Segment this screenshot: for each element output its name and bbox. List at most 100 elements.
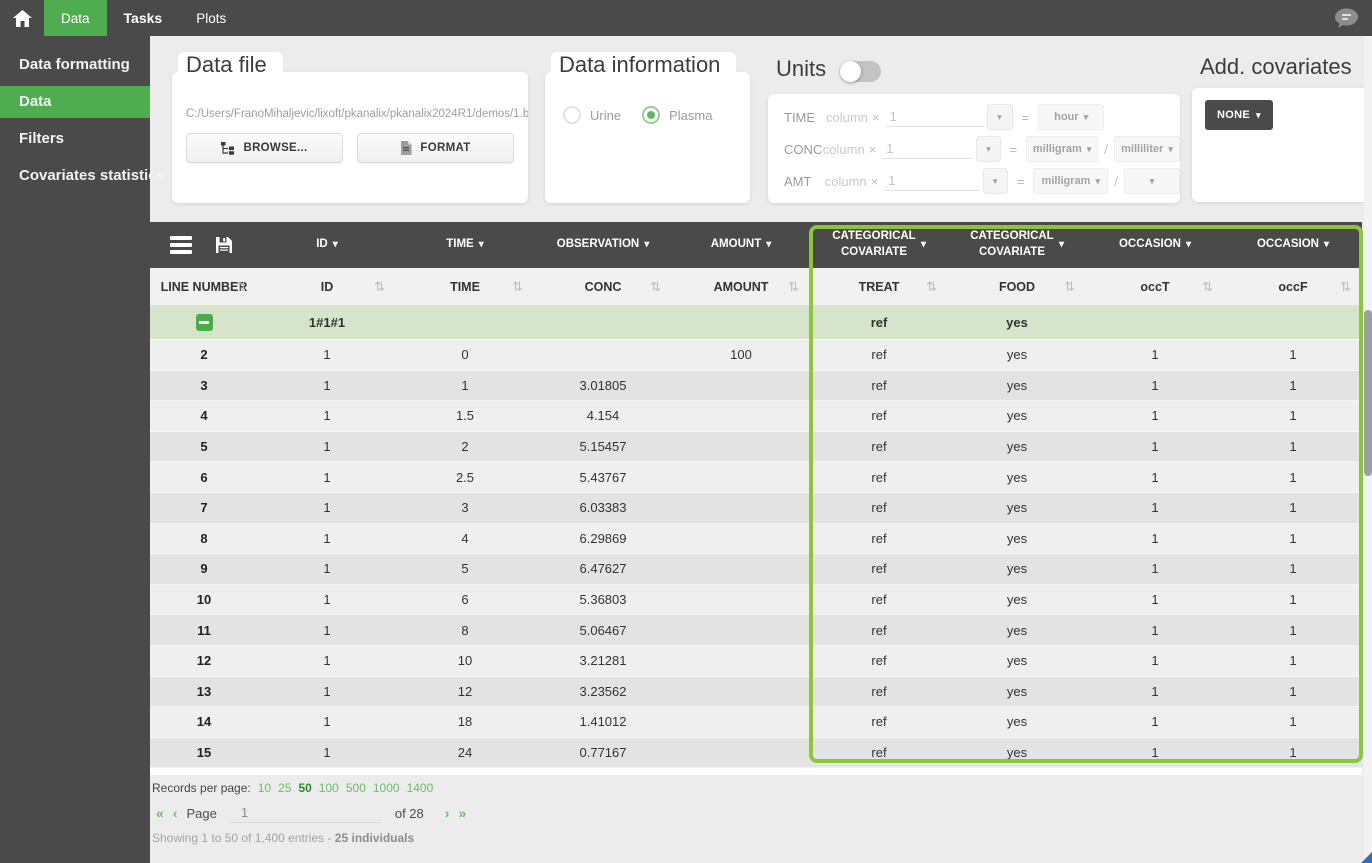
records-option-10[interactable]: 10: [258, 781, 271, 795]
cell-id: 1: [258, 707, 396, 737]
cell-treat: ref: [810, 677, 948, 707]
cell-conc: 3.21281: [534, 646, 672, 676]
table-row[interactable]: 8146.29869refyes11: [150, 524, 1362, 555]
next-page-button[interactable]: ›: [445, 805, 450, 821]
amt-unit-denominator-dropdown[interactable]: ▾: [1124, 168, 1180, 194]
group-header-occasion-2[interactable]: OCCASION▾: [1224, 222, 1362, 268]
column-header-conc[interactable]: CONC⇅: [534, 268, 672, 305]
cell-food: yes: [948, 707, 1086, 737]
table-row[interactable]: 210100refyes11: [150, 340, 1362, 371]
conc-factor-input[interactable]: 1: [882, 139, 973, 159]
table-row[interactable]: 411.54.154refyes11: [150, 401, 1362, 432]
caret-down-icon: ▾: [1256, 111, 1261, 120]
menu-icon[interactable]: [170, 236, 192, 254]
table-row[interactable]: 11185.06467refyes11: [150, 615, 1362, 646]
cell-time: 4: [396, 524, 534, 554]
first-page-button[interactable]: «: [156, 805, 164, 821]
table-row[interactable]: 151240.77167refyes11: [150, 738, 1362, 769]
group-header-amount[interactable]: AMOUNT▾: [672, 222, 810, 268]
conc-unit-numerator-dropdown[interactable]: milligram▾: [1026, 136, 1098, 162]
cell-treat: ref: [810, 585, 948, 615]
table-row[interactable]: 131123.23562refyes11: [150, 677, 1362, 708]
prev-page-button[interactable]: ‹: [173, 805, 178, 821]
group-header-categorical-covariate-1[interactable]: CATEGORICAL COVARIATE▾: [810, 222, 948, 268]
table-row[interactable]: 121103.21281refyes11: [150, 646, 1362, 677]
conc-unit-denominator-dropdown[interactable]: milliliter▾: [1114, 136, 1180, 162]
records-option-500[interactable]: 500: [346, 781, 366, 795]
table-row[interactable]: 3113.01805refyes11: [150, 371, 1362, 402]
group-header-id[interactable]: ID▾: [258, 222, 396, 268]
records-option-1400[interactable]: 1400: [407, 781, 434, 795]
format-button[interactable]: FORMAT: [357, 133, 514, 163]
individual-id-label: 1#1#1: [258, 306, 396, 339]
navbar: Data Tasks Plots: [0, 0, 1372, 36]
table-row[interactable]: 9156.47627refyes11: [150, 554, 1362, 585]
amt-factor-input[interactable]: 1: [884, 171, 979, 191]
sidebar-item-covariates-statistics[interactable]: Covariates statistics: [0, 160, 150, 192]
cell-id: 1: [258, 585, 396, 615]
caret-down-icon: ▾: [1095, 177, 1100, 186]
save-button[interactable]: [216, 237, 232, 253]
window-resize-grip[interactable]: [1361, 852, 1372, 863]
group-header-categorical-covariate-2[interactable]: CATEGORICAL COVARIATE▾: [948, 222, 1086, 268]
sidebar-item-filters[interactable]: Filters: [0, 123, 150, 155]
group-header-time[interactable]: TIME▾: [396, 222, 534, 268]
column-header-amount[interactable]: AMOUNT⇅: [672, 268, 810, 305]
units-row-time: TIME column × 1 ▾ = hour▾: [768, 101, 1180, 133]
time-factor-input[interactable]: 1: [886, 107, 984, 127]
table-row[interactable]: 141181.41012refyes11: [150, 707, 1362, 738]
table-row[interactable]: 5125.15457refyes11: [150, 432, 1362, 463]
plasma-radio[interactable]: [642, 106, 660, 124]
cell-line: 4: [150, 401, 258, 431]
column-header-occt[interactable]: occT⇅: [1086, 268, 1224, 305]
cell-time: 10: [396, 646, 534, 676]
urine-radio[interactable]: [563, 106, 581, 124]
cell-conc: 3.01805: [534, 371, 672, 401]
page-input[interactable]: [231, 803, 381, 823]
records-option-50[interactable]: 50: [298, 781, 311, 795]
units-toggle[interactable]: [840, 61, 881, 82]
cell-food: yes: [948, 401, 1086, 431]
vertical-scrollbar[interactable]: [1364, 36, 1372, 863]
sidebar-item-data-formatting[interactable]: Data formatting: [0, 49, 150, 81]
time-column-word: column: [826, 110, 868, 125]
cell-treat: ref: [810, 615, 948, 645]
tab-tasks[interactable]: Tasks: [107, 0, 180, 36]
column-header-time[interactable]: TIME⇅: [396, 268, 534, 305]
records-option-25[interactable]: 25: [278, 781, 291, 795]
records-option-100[interactable]: 100: [319, 781, 339, 795]
tab-plots[interactable]: Plots: [179, 0, 243, 36]
none-dropdown-button[interactable]: NONE ▾: [1205, 100, 1273, 130]
cell-line: 12: [150, 646, 258, 676]
table-row[interactable]: 7136.03383refyes11: [150, 493, 1362, 524]
time-factor-dropdown[interactable]: ▾: [987, 104, 1013, 130]
column-header-line-number[interactable]: LINE NUMBER⇅: [150, 268, 258, 305]
last-page-button[interactable]: »: [458, 805, 466, 821]
column-header-occf[interactable]: occF⇅: [1224, 268, 1362, 305]
records-option-1000[interactable]: 1000: [373, 781, 400, 795]
cell-occT: 1: [1086, 707, 1224, 737]
group-header-label: ID: [316, 237, 328, 253]
group-header-label: CATEGORICAL COVARIATE: [832, 229, 916, 260]
sidebar-item-data[interactable]: Data: [0, 86, 150, 118]
group-header-occasion-1[interactable]: OCCASION▾: [1086, 222, 1224, 268]
table-row[interactable]: 10165.36803refyes11: [150, 585, 1362, 616]
scrollbar-thumb[interactable]: [1364, 310, 1372, 476]
column-header-id[interactable]: ID⇅: [258, 268, 396, 305]
individual-summary-row[interactable]: 1#1#1 ref yes: [150, 306, 1362, 340]
group-header-observation[interactable]: OBSERVATION▾: [534, 222, 672, 268]
collapse-minus-button[interactable]: [196, 314, 213, 331]
time-unit-dropdown[interactable]: hour▾: [1038, 104, 1104, 130]
browse-button[interactable]: BROWSE...: [186, 133, 343, 163]
amt-factor-dropdown[interactable]: ▾: [983, 168, 1008, 194]
column-header-food[interactable]: FOOD⇅: [948, 268, 1086, 305]
conc-factor-dropdown[interactable]: ▾: [976, 136, 1000, 162]
column-header-treat[interactable]: TREAT⇅: [810, 268, 948, 305]
table-row[interactable]: 612.55.43767refyes11: [150, 462, 1362, 493]
chat-button[interactable]: [1334, 0, 1372, 36]
column-header-label: CONC: [585, 280, 622, 294]
home-button[interactable]: [0, 0, 44, 36]
tab-data[interactable]: Data: [44, 0, 107, 36]
multiply-sign: ×: [872, 110, 880, 125]
amt-unit-numerator-dropdown[interactable]: milligram▾: [1033, 168, 1108, 194]
